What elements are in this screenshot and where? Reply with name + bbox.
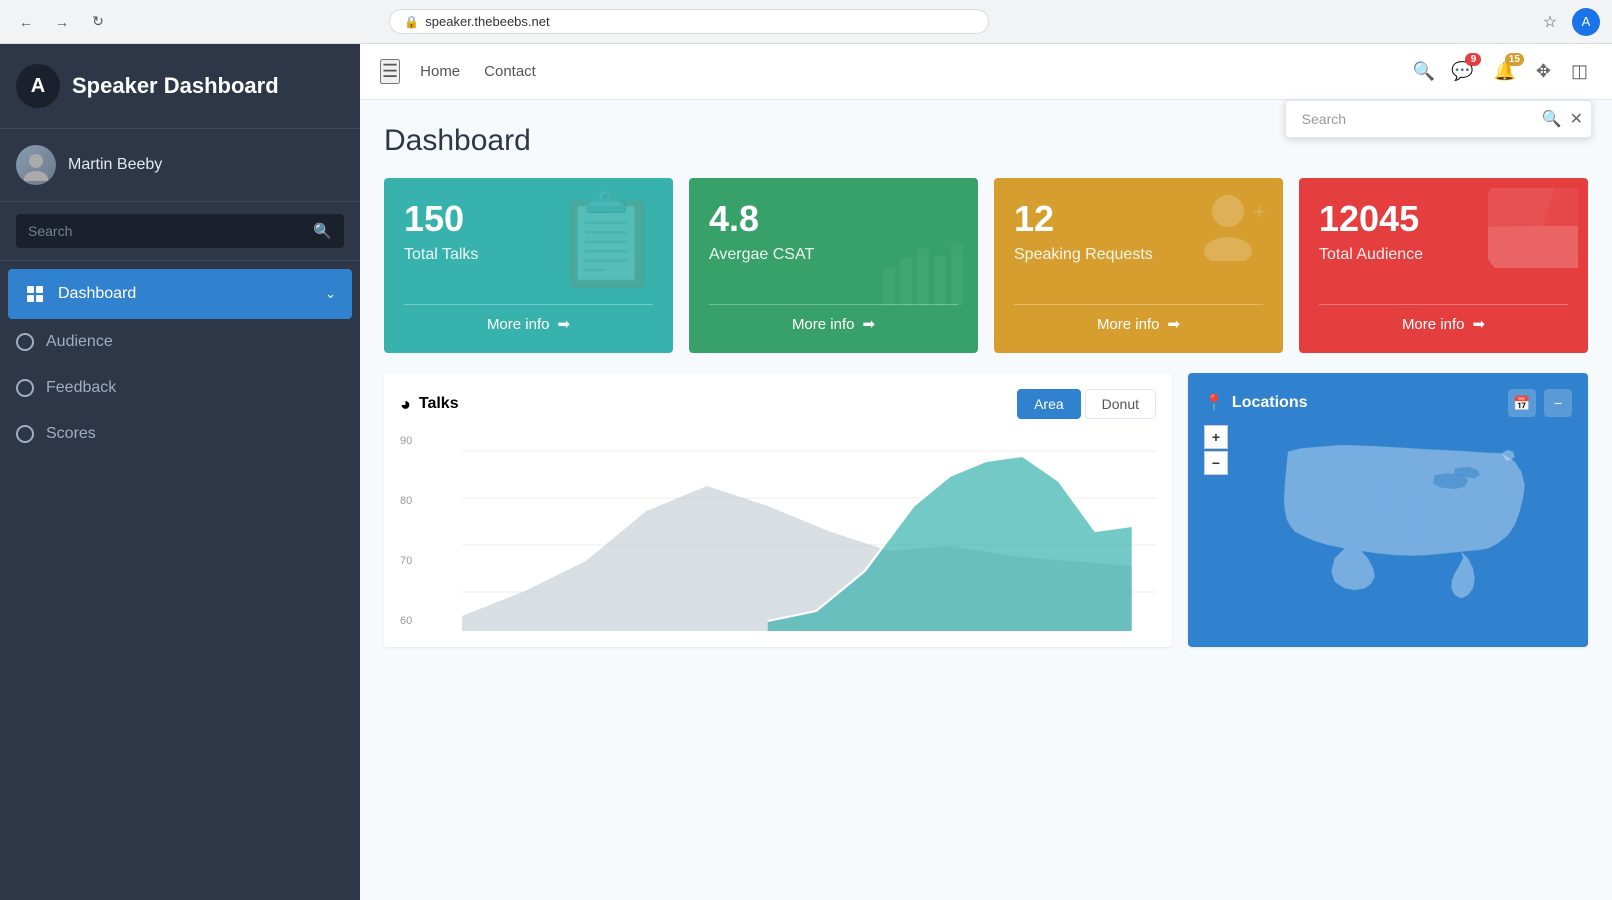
browser-chrome: ← → ↻ 🔒 speaker.thebeebs.net ☆ A (0, 0, 1612, 44)
location-pin-icon: 📍 (1204, 393, 1224, 413)
sidebar-user: Martin Beeby (0, 129, 360, 202)
notifications-badge-wrap: 🔔 15 (1489, 57, 1519, 86)
top-bar: ☰ Home Contact 🔍 💬 9 🔔 15 ✥ ◫ (360, 44, 1612, 100)
search-submit-button[interactable]: 🔍 (1542, 109, 1562, 129)
stat-card-avg-csat: 4.8 Avergae CSAT More info ➡ (689, 178, 978, 353)
radio-icon-feedback (16, 379, 34, 397)
stat-bg-pie-icon (1488, 188, 1578, 313)
locations-title: 📍 Locations (1204, 393, 1307, 413)
notifications-badge: 15 (1505, 53, 1524, 66)
svg-text:+: + (1253, 199, 1266, 224)
pie-chart-icon: ◕ (400, 394, 411, 415)
back-button[interactable]: ← (12, 8, 40, 36)
sidebar: A Speaker Dashboard Martin Beeby 🔍 (0, 44, 360, 900)
browser-actions: ☆ A (1536, 8, 1600, 36)
hamburger-button[interactable]: ☰ (380, 59, 400, 84)
star-button[interactable]: ☆ (1536, 8, 1564, 36)
nav-contact[interactable]: Contact (484, 59, 536, 84)
locations-chart-card: 📍 Locations 📅 − + − (1188, 373, 1588, 647)
page-title: Dashboard (384, 124, 531, 158)
search-bar: 🔍 ✕ (1285, 100, 1592, 138)
user-name: Martin Beeby (68, 156, 162, 174)
search-close-button[interactable]: ✕ (1570, 109, 1583, 129)
calendar-button[interactable]: 📅 (1508, 389, 1536, 417)
stat-card-total-audience: 12045 Total Audience More info ➡ (1299, 178, 1588, 353)
sidebar-logo: A (16, 64, 60, 108)
avatar (16, 145, 56, 185)
radio-icon-audience (16, 333, 34, 351)
top-bar-nav: Home Contact (420, 59, 536, 84)
chart-btn-group: Area Donut (1017, 389, 1156, 419)
expand-button[interactable]: ✥ (1532, 57, 1555, 86)
charts-row: ◕ Talks Area Donut 90 80 70 (384, 373, 1588, 647)
app-container: A Speaker Dashboard Martin Beeby 🔍 (0, 44, 1612, 900)
grid-button[interactable]: ◫ (1567, 57, 1592, 86)
stat-bg-chart-icon (878, 238, 968, 313)
url-bar[interactable]: 🔒 speaker.thebeebs.net (389, 9, 989, 34)
y-label-60: 60 (400, 615, 412, 627)
sidebar-title: Speaker Dashboard (72, 73, 279, 99)
sidebar-item-label-feedback: Feedback (46, 379, 344, 397)
sidebar-item-feedback[interactable]: Feedback (0, 365, 360, 411)
sidebar-item-audience[interactable]: Audience (0, 319, 360, 365)
usa-map-svg (1204, 425, 1572, 625)
main-content: ☰ Home Contact 🔍 💬 9 🔔 15 ✥ ◫ (360, 44, 1612, 900)
sidebar-search-button[interactable]: 🔍 (301, 214, 344, 248)
messages-badge: 9 (1465, 53, 1481, 66)
sidebar-item-dashboard[interactable]: Dashboard ⌄ (8, 269, 352, 319)
forward-button[interactable]: → (48, 8, 76, 36)
talks-chart-title: ◕ Talks (400, 394, 459, 415)
arrow-circle-icon: ➡ (1472, 315, 1485, 333)
arrow-circle-icon: ➡ (862, 315, 875, 333)
content-area: Dashboard Home / Dashboard 📋 150 Total T… (360, 100, 1612, 900)
talks-chart-header: ◕ Talks Area Donut (400, 389, 1156, 419)
stat-bg-person-icon: + (1193, 188, 1273, 313)
radio-icon-scores (16, 425, 34, 443)
talks-chart-body: 90 80 70 60 (400, 431, 1156, 631)
donut-chart-button[interactable]: Donut (1085, 389, 1156, 419)
arrow-circle-icon: ➡ (557, 315, 570, 333)
area-chart-button[interactable]: Area (1017, 389, 1081, 419)
talks-chart-card: ◕ Talks Area Donut 90 80 70 (384, 373, 1172, 647)
refresh-button[interactable]: ↻ (84, 8, 112, 36)
search-button[interactable]: 🔍 (1413, 61, 1435, 82)
top-bar-actions: 🔍 💬 9 🔔 15 ✥ ◫ (1413, 57, 1592, 86)
messages-badge-wrap: 💬 9 (1447, 57, 1477, 86)
stat-number-avg-csat: 4.8 (709, 198, 958, 240)
sidebar-item-scores[interactable]: Scores (0, 411, 360, 457)
zoom-in-button[interactable]: + (1204, 425, 1228, 449)
sidebar-search-input[interactable] (16, 215, 301, 247)
sidebar-header: A Speaker Dashboard (0, 44, 360, 129)
sidebar-search-container: 🔍 (0, 202, 360, 261)
search-input[interactable] (1294, 105, 1534, 133)
sidebar-item-label-audience: Audience (46, 333, 344, 351)
sidebar-item-label-dashboard: Dashboard (58, 285, 313, 303)
chevron-down-icon: ⌄ (325, 286, 336, 302)
map-container: + − (1204, 425, 1572, 625)
locations-actions: 📅 − (1508, 389, 1572, 417)
sidebar-item-label-scores: Scores (46, 425, 344, 443)
zoom-out-button[interactable]: − (1204, 451, 1228, 475)
nav-home[interactable]: Home (420, 59, 460, 84)
area-chart-svg (400, 431, 1156, 631)
stat-card-total-talks: 📋 150 Total Talks More info ➡ (384, 178, 673, 353)
url-text: speaker.thebeebs.net (425, 14, 549, 29)
sidebar-nav: Dashboard ⌄ Audience Feedback Scores (0, 261, 360, 900)
stat-card-speaking-requests: + 12 Speaking Requests More info ➡ (994, 178, 1283, 353)
minimize-button[interactable]: − (1544, 389, 1572, 417)
y-label-90: 90 (400, 435, 412, 447)
dashboard-icon (24, 283, 46, 305)
y-axis-labels: 90 80 70 60 (400, 431, 412, 631)
arrow-circle-icon: ➡ (1167, 315, 1180, 333)
browser-profile[interactable]: A (1572, 8, 1600, 36)
locations-header: 📍 Locations 📅 − (1204, 389, 1572, 417)
y-label-80: 80 (400, 495, 412, 507)
map-zoom-controls: + − (1204, 425, 1228, 475)
stats-row: 📋 150 Total Talks More info ➡ (384, 178, 1588, 353)
stat-bg-icon: 📋 (551, 188, 663, 313)
lock-icon: 🔒 (404, 15, 419, 29)
y-label-70: 70 (400, 555, 412, 567)
